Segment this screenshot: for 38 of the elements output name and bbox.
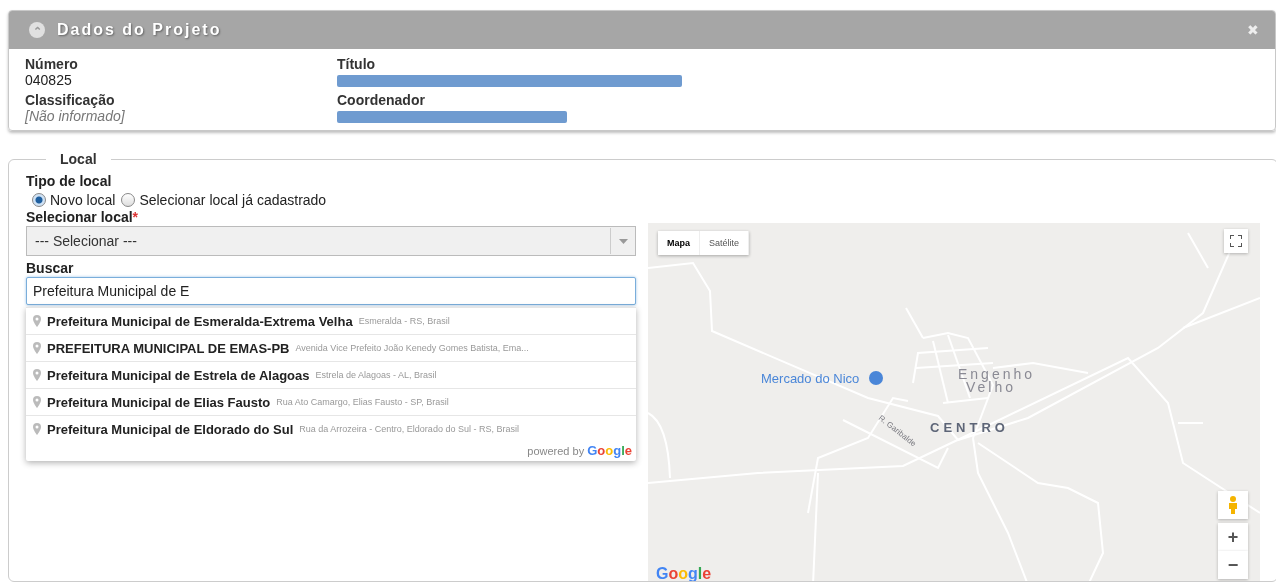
fieldset-legend: Local: [46, 151, 111, 167]
field-label: Buscar: [26, 260, 75, 277]
powered-by-text: powered by: [527, 444, 585, 457]
pin-icon: [33, 369, 41, 381]
store-marker-icon: [869, 371, 883, 385]
caret-icon: [618, 238, 628, 244]
person-icon: [1228, 496, 1238, 514]
fullscreen-icon: [1230, 235, 1242, 247]
brand-logo: Google: [587, 443, 632, 458]
fullscreen-button[interactable]: [1224, 229, 1248, 253]
search-field[interactable]: Prefeitura Municipal de E: [26, 277, 636, 305]
field-label: Coordenador: [337, 92, 426, 108]
pin-icon: [33, 342, 41, 354]
map-type-tab[interactable]: Satélite: [700, 231, 750, 255]
suggestion-item[interactable]: PREFEITURA MUNICIPAL DE EMAS-PB Avenida Vice Prefeito João Kenedy Gomes Batista, Ema...: [26, 334, 636, 361]
zoom-in-button[interactable]: +: [1218, 523, 1248, 551]
zoom-out-button[interactable]: −: [1218, 551, 1248, 579]
pin-icon: [33, 396, 41, 408]
radio-option[interactable]: Novo local: [32, 192, 116, 208]
field-label: Classificação: [25, 92, 116, 108]
map-type-tab[interactable]: Mapa: [658, 231, 700, 255]
field-label: Tipo de local: [26, 173, 113, 190]
map-label: Mercado do Nico: [761, 371, 860, 386]
field-value: [Não informado]: [25, 108, 126, 124]
panel-title: Dados do Projeto: [57, 21, 223, 39]
suggestion-item[interactable]: Prefeitura Municipal de Eldorado do Sul Rua da Arrozeira - Centro, Eldorado do Sul - RS, Brasil: [26, 415, 636, 442]
map-label: CENTRO: [930, 420, 1009, 435]
field-label: Título: [337, 56, 377, 72]
field-label: Número: [25, 56, 79, 72]
suggestion-item[interactable]: Prefeitura Municipal de Esmeralda-Extrema Velha Esmeralda - RS, Brasil: [26, 307, 636, 334]
suggestion-item[interactable]: Prefeitura Municipal de Estrela de Alagoas Estrela de Alagoas - AL, Brasil: [26, 361, 636, 388]
map-label: Engenho: [958, 366, 1036, 382]
radio-option[interactable]: Selecionar local já cadastrado: [121, 192, 327, 208]
field-label: Selecionar local*: [26, 209, 140, 226]
suggestion-item[interactable]: Prefeitura Municipal de Elias Fausto Rua Ato Camargo, Elias Fausto - SP, Brasil: [26, 388, 636, 415]
field-value: 040825: [25, 72, 73, 88]
pin-icon: [33, 315, 41, 327]
pin-icon: [33, 423, 41, 435]
